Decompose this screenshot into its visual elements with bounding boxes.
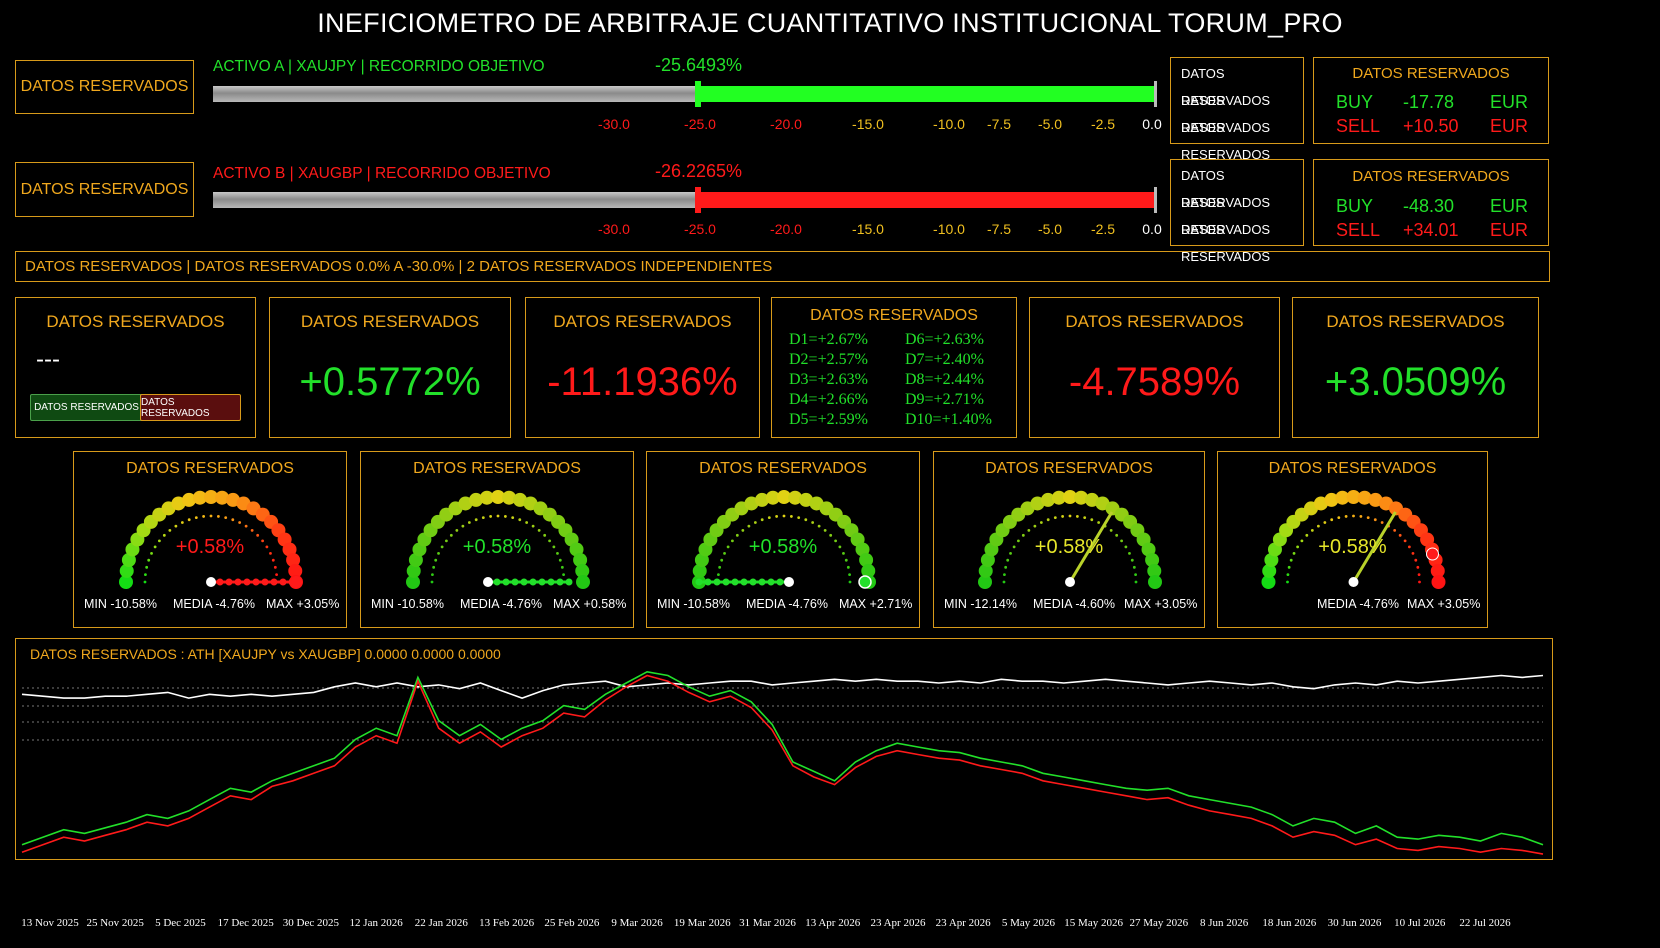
chart-x-tick-label: 30 Dec 2025 (282, 917, 340, 929)
chart-x-tick-label: 9 Mar 2026 (611, 917, 663, 929)
chart-x-tick-label: 13 Feb 2026 (479, 917, 535, 929)
chart-x-tick-label: 13 Nov 2025 (21, 917, 79, 929)
chart-series-line (21, 674, 1544, 855)
chart-x-tick-label: 5 May 2026 (1001, 917, 1055, 929)
chart-x-tick-label: 19 Mar 2026 (673, 917, 731, 929)
chart-x-tick-label: 23 Apr 2026 (935, 917, 991, 929)
chart-series-line (21, 670, 1544, 846)
chart-x-tick-label: 13 Apr 2026 (805, 917, 861, 929)
chart-x-tick-label: 5 Dec 2025 (155, 917, 206, 929)
chart-x-tick-label: 22 Jul 2026 (1459, 917, 1511, 929)
chart-x-tick-label: 25 Nov 2025 (86, 917, 144, 929)
chart-x-tick-label: 17 Dec 2025 (217, 917, 274, 929)
line-chart (21, 670, 1544, 855)
chart-x-tick-label: 23 Apr 2026 (870, 917, 926, 929)
chart-x-tick-label: 31 Mar 2026 (739, 917, 796, 929)
chart-series-line (21, 674, 1544, 699)
chart-x-tick-label: 30 Jun 2026 (1327, 917, 1382, 929)
chart-x-tick-label: 15 May 2026 (1064, 917, 1123, 929)
chart-x-tick-label: 25 Feb 2026 (544, 917, 600, 929)
chart-x-tick-label: 18 Jun 2026 (1262, 917, 1317, 929)
chart-x-tick-label: 10 Jul 2026 (1394, 917, 1446, 929)
chart-x-tick-label: 12 Jan 2026 (349, 917, 403, 929)
chart-x-tick-label: 22 Jan 2026 (414, 917, 468, 929)
chart-x-tick-label: 27 May 2026 (1129, 917, 1189, 929)
chart-x-tick-label: 8 Jun 2026 (1199, 917, 1249, 929)
